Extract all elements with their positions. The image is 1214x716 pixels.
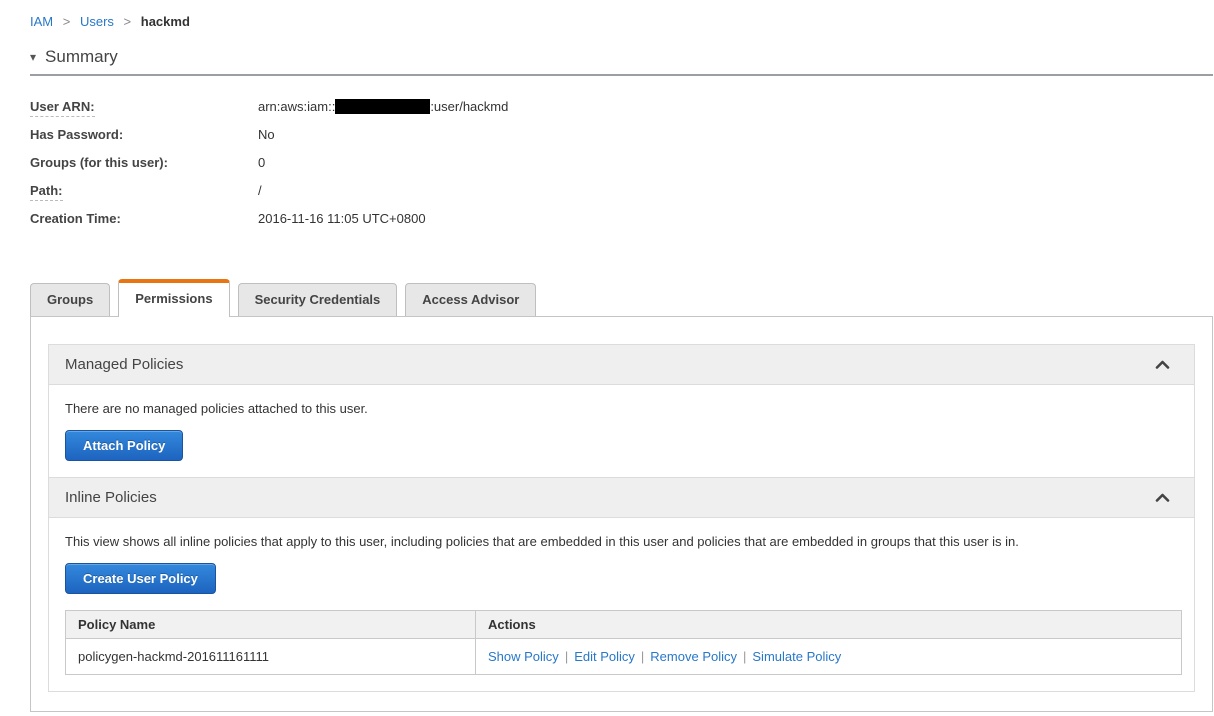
tab-bar: Groups Permissions Security Credentials … — [30, 279, 1214, 317]
iam-user-detail-page: IAM > Users > hackmd ▾ Summary User ARN:… — [0, 14, 1214, 712]
actions-column-header: Actions — [475, 610, 1182, 639]
field-row-creation-time: Creation Time: 2016-11-16 11:05 UTC+0800 — [30, 204, 1214, 232]
has-password-label: Has Password: — [30, 126, 124, 142]
actions-cell: Show Policy | Edit Policy | Remove Policy | Si… — [475, 638, 1182, 675]
field-row-path: Path: / — [30, 176, 1214, 204]
managed-policies-body: There are no managed policies attached t… — [49, 385, 1194, 477]
breadcrumb-separator: > — [123, 14, 132, 29]
inline-policies-header[interactable]: Inline Policies — [49, 478, 1194, 518]
managed-policies-collapse-button[interactable] — [1147, 355, 1178, 374]
managed-policies-header[interactable]: Managed Policies — [49, 345, 1194, 385]
breadcrumb-link-iam[interactable]: IAM — [30, 14, 53, 29]
remove-policy-link[interactable]: Remove Policy — [650, 649, 737, 664]
show-policy-link[interactable]: Show Policy — [488, 649, 559, 664]
inline-policies-title: Inline Policies — [65, 489, 157, 506]
breadcrumb-link-users[interactable]: Users — [80, 14, 114, 29]
field-row-groups: Groups (for this user): 0 — [30, 148, 1214, 176]
chevron-up-icon — [1155, 357, 1170, 372]
path-value: / — [258, 182, 262, 198]
attach-policy-button[interactable]: Attach Policy — [65, 430, 184, 461]
managed-policies-empty-message: There are no managed policies attached t… — [65, 401, 368, 416]
inline-policies-table: Policy Name Actions policygen-hackmd-201… — [65, 610, 1182, 675]
summary-title: Summary — [45, 47, 118, 66]
inline-policies-description: This view shows all inline policies that… — [65, 534, 1019, 549]
action-separator: | — [564, 649, 569, 664]
path-label[interactable]: Path: — [30, 182, 258, 201]
field-row-user-arn: User ARN: arn:aws:iam:::user/hackmd — [30, 92, 1214, 120]
tab-permissions[interactable]: Permissions — [118, 279, 230, 317]
redacted-account-id — [335, 98, 431, 114]
breadcrumb-separator: > — [62, 14, 71, 29]
summary-fields: User ARN: arn:aws:iam:::user/hackmd Has … — [30, 92, 1214, 232]
summary-collapse-icon[interactable]: ▾ — [30, 50, 36, 64]
user-arn-value: arn:aws:iam:::user/hackmd — [258, 98, 509, 114]
tab-groups[interactable]: Groups — [30, 283, 111, 316]
action-separator: | — [640, 649, 645, 664]
groups-value: 0 — [258, 154, 266, 170]
table-row: policygen-hackmd-201611161111 Show Polic… — [65, 638, 1182, 675]
has-password-value: No — [258, 126, 275, 142]
managed-policies-section: Managed Policies There are no managed po… — [48, 344, 1195, 478]
permissions-tab-panel: Managed Policies There are no managed po… — [30, 316, 1213, 712]
simulate-policy-link[interactable]: Simulate Policy — [752, 649, 841, 664]
create-user-policy-button[interactable]: Create User Policy — [65, 563, 216, 594]
creation-time-label: Creation Time: — [30, 210, 121, 226]
creation-time-value: 2016-11-16 11:05 UTC+0800 — [258, 210, 426, 226]
policy-name-column-header: Policy Name — [65, 610, 476, 639]
inline-policies-body: This view shows all inline policies that… — [49, 518, 1194, 691]
user-arn-label[interactable]: User ARN: — [30, 98, 258, 117]
table-header-row: Policy Name Actions — [65, 610, 1182, 639]
field-row-has-password: Has Password: No — [30, 120, 1214, 148]
inline-policies-collapse-button[interactable] — [1147, 488, 1178, 507]
managed-policies-title: Managed Policies — [65, 356, 184, 373]
policy-name-cell: policygen-hackmd-201611161111 — [65, 638, 476, 675]
action-separator: | — [743, 649, 747, 664]
summary-header: ▾ Summary — [30, 47, 1214, 67]
chevron-up-icon — [1155, 490, 1170, 505]
tab-security-credentials[interactable]: Security Credentials — [237, 283, 398, 316]
groups-label: Groups (for this user): — [30, 154, 168, 170]
inline-policies-section: Inline Policies This view shows all inli… — [48, 478, 1195, 692]
edit-policy-link[interactable]: Edit Policy — [574, 649, 635, 664]
breadcrumb-current-user: hackmd — [140, 14, 190, 29]
breadcrumb: IAM > Users > hackmd — [30, 14, 1214, 29]
summary-divider — [30, 74, 1213, 76]
tab-access-advisor[interactable]: Access Advisor — [405, 283, 537, 316]
